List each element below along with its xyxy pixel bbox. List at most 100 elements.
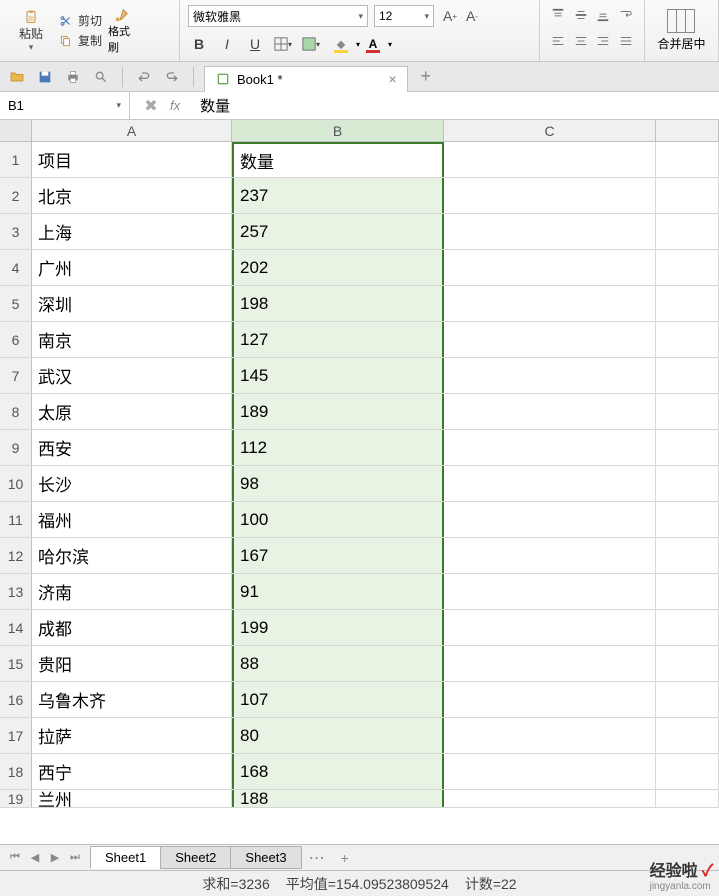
cell[interactable] [656,358,719,393]
cell[interactable] [444,538,656,573]
select-all-corner[interactable] [0,120,32,141]
justify-button[interactable] [616,30,637,52]
row-header[interactable]: 17 [0,718,32,753]
cell[interactable]: 237 [232,178,444,213]
cell[interactable]: 80 [232,718,444,753]
close-tab-button[interactable]: × [389,71,397,87]
cell[interactable]: 南京 [32,322,232,357]
cell[interactable]: 成都 [32,610,232,645]
row-header[interactable]: 18 [0,754,32,789]
cell[interactable]: 107 [232,682,444,717]
cell[interactable] [656,682,719,717]
print-preview-button[interactable] [90,66,112,88]
cell[interactable] [444,574,656,609]
cell[interactable] [444,502,656,537]
column-header-d[interactable] [656,120,719,141]
undo-button[interactable] [133,66,155,88]
cell[interactable] [656,646,719,681]
sheet-nav-prev[interactable]: ◀ [26,849,44,867]
print-button[interactable] [62,66,84,88]
cell[interactable]: 数量 [232,142,444,177]
name-box[interactable]: B1 ▾ [0,92,130,119]
cell[interactable] [444,610,656,645]
merge-cells-button[interactable]: 合并居中 [657,9,705,52]
sheet-nav-first[interactable]: ⏮ [6,849,24,867]
cell[interactable]: 145 [232,358,444,393]
cell[interactable] [444,430,656,465]
bold-button[interactable]: B [188,33,210,55]
cell[interactable] [444,358,656,393]
save-button[interactable] [34,66,56,88]
cell[interactable]: 188 [232,790,444,807]
row-header[interactable]: 13 [0,574,32,609]
increase-font-button[interactable]: A+ [440,6,460,26]
cell[interactable] [444,682,656,717]
cell[interactable] [656,538,719,573]
sheet-tab-3[interactable]: Sheet3 [230,846,301,869]
cell[interactable] [444,394,656,429]
align-middle-button[interactable] [571,4,592,26]
font-name-select[interactable]: 微软雅黑 ▾ [188,5,368,27]
cell[interactable]: 长沙 [32,466,232,501]
row-header[interactable]: 14 [0,610,32,645]
cell[interactable] [444,646,656,681]
cut-button[interactable]: 剪切 [58,12,102,30]
row-header[interactable]: 12 [0,538,32,573]
cell[interactable] [444,250,656,285]
cell[interactable] [656,754,719,789]
cell[interactable]: 广州 [32,250,232,285]
sheet-nav-next[interactable]: ▶ [46,849,64,867]
cell[interactable] [656,142,719,177]
cell[interactable]: 98 [232,466,444,501]
cell[interactable] [656,250,719,285]
cancel-formula-button[interactable]: ✖ [140,95,162,117]
format-painter-button[interactable]: 格式刷 [108,2,136,59]
cell[interactable] [444,718,656,753]
cell-style-button[interactable]: ▾ [300,33,322,55]
cell[interactable]: 189 [232,394,444,429]
cell[interactable]: 项目 [32,142,232,177]
align-bottom-button[interactable] [593,4,614,26]
sheet-more-button[interactable]: ⋯ [301,845,333,871]
cell[interactable] [656,178,719,213]
cell[interactable] [656,286,719,321]
cell[interactable]: 武汉 [32,358,232,393]
row-header[interactable]: 7 [0,358,32,393]
cell[interactable] [656,790,719,807]
sheet-tab-2[interactable]: Sheet2 [160,846,231,869]
row-header[interactable]: 5 [0,286,32,321]
cell[interactable] [656,394,719,429]
paste-button[interactable]: 粘贴 ▾ [8,2,54,59]
open-folder-button[interactable] [6,66,28,88]
cell[interactable]: 88 [232,646,444,681]
row-header[interactable]: 4 [0,250,32,285]
cell[interactable]: 兰州 [32,790,232,807]
add-tab-button[interactable]: + [414,65,438,89]
cell[interactable]: 西宁 [32,754,232,789]
cell[interactable] [444,214,656,249]
cell[interactable] [656,574,719,609]
cell[interactable] [656,718,719,753]
align-right-button[interactable] [593,30,614,52]
cell[interactable]: 167 [232,538,444,573]
copy-button[interactable]: 复制 [58,32,102,50]
cell[interactable] [656,430,719,465]
cell[interactable]: 199 [232,610,444,645]
align-center-button[interactable] [571,30,592,52]
cell[interactable]: 127 [232,322,444,357]
cell[interactable]: 乌鲁木齐 [32,682,232,717]
cell[interactable]: 112 [232,430,444,465]
sheet-tab-1[interactable]: Sheet1 [90,846,161,869]
decrease-font-button[interactable]: A- [462,6,482,26]
cell[interactable]: 西安 [32,430,232,465]
cell[interactable] [444,286,656,321]
underline-button[interactable]: U [244,33,266,55]
fill-color-button[interactable]: ▾ [328,33,354,55]
sheet-nav-last[interactable]: ⏭ [66,849,84,867]
italic-button[interactable]: I [216,33,238,55]
cell[interactable]: 深圳 [32,286,232,321]
cell[interactable]: 福州 [32,502,232,537]
cell[interactable] [656,610,719,645]
cell[interactable] [444,322,656,357]
align-top-button[interactable] [548,4,569,26]
